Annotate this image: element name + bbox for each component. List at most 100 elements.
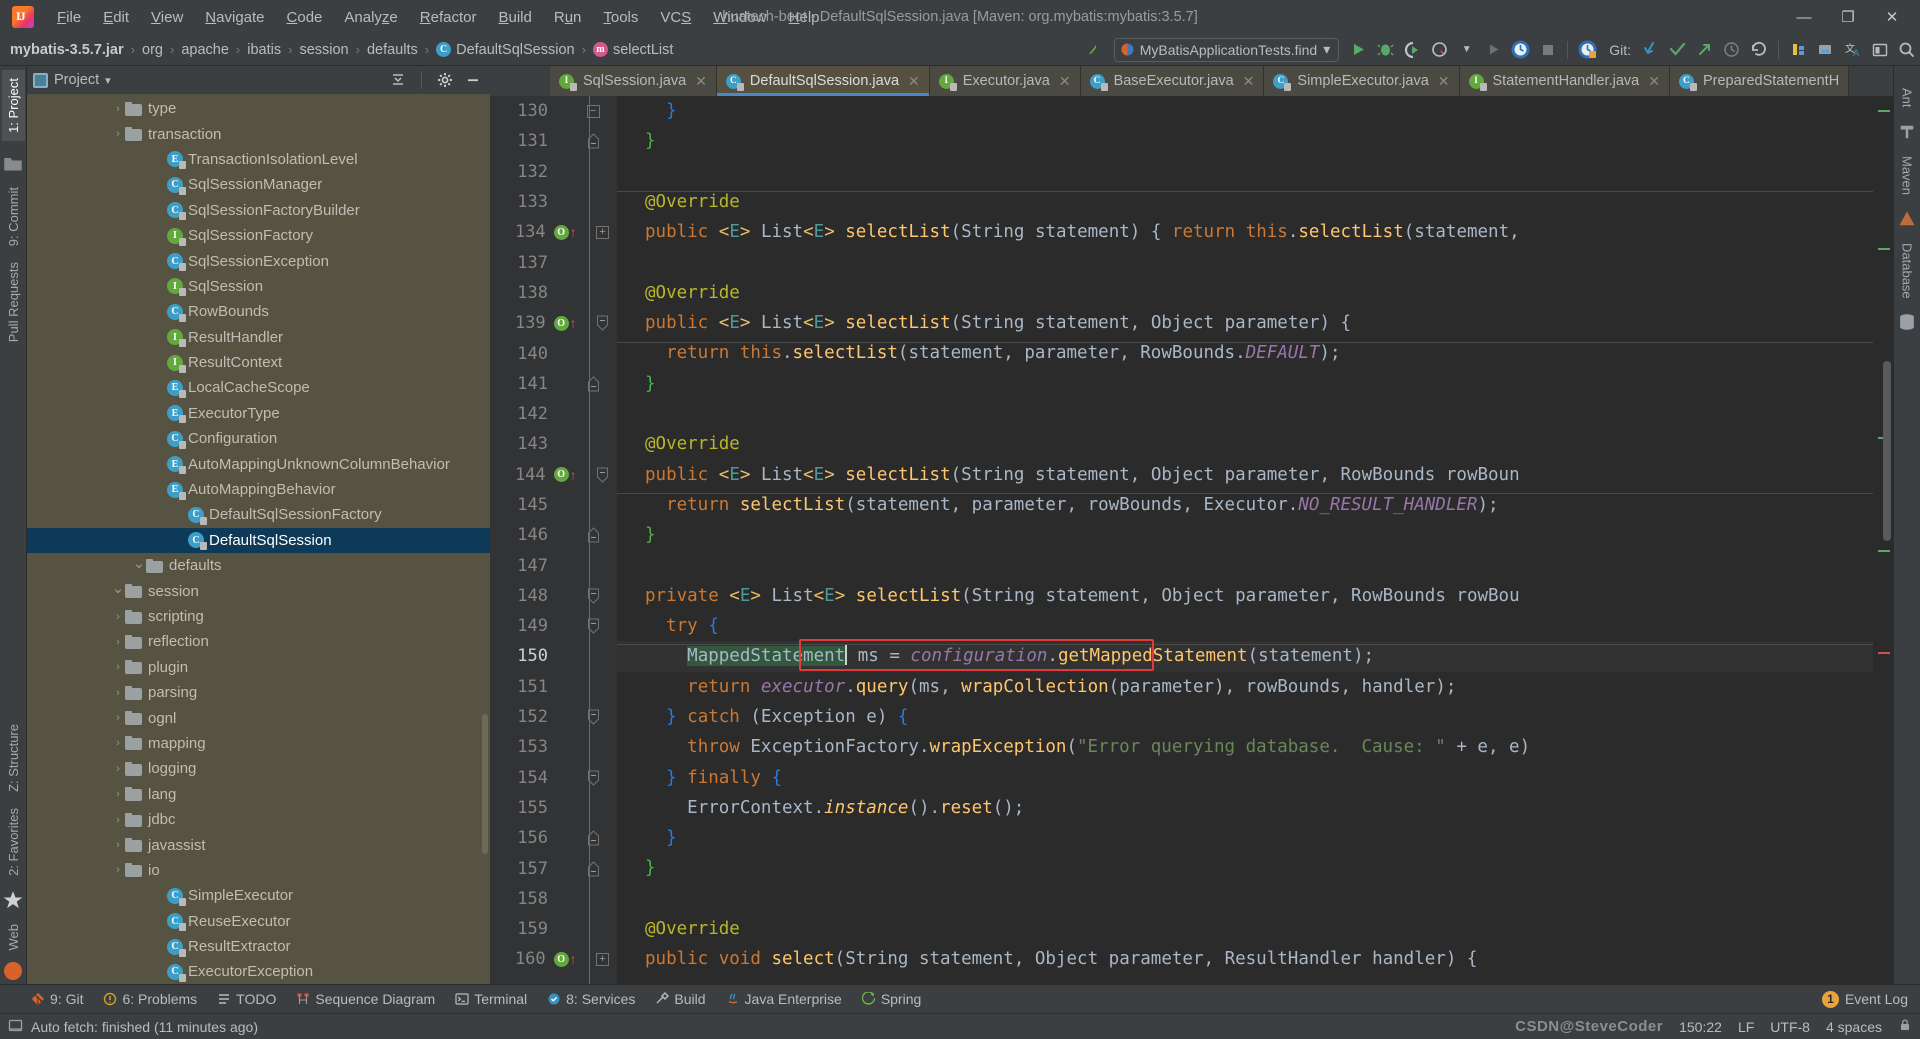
tree-item[interactable]: › scripting bbox=[27, 604, 490, 629]
fold-control[interactable] bbox=[578, 588, 608, 604]
code-line[interactable]: } bbox=[617, 520, 1873, 550]
profile-icon[interactable] bbox=[1426, 37, 1453, 63]
fold-control[interactable] bbox=[578, 860, 608, 877]
line-number[interactable]: 152 bbox=[490, 707, 552, 727]
code-line[interactable]: public <E> List<E> selectList(String sta… bbox=[617, 217, 1873, 247]
code-editor[interactable]: }} @Override public <E> List<E> selectList… bbox=[617, 96, 1873, 984]
tree-item[interactable]: ⌄ defaults bbox=[27, 553, 490, 578]
code-line[interactable]: return executor.query(ms, wrapCollection… bbox=[617, 672, 1873, 702]
tree-item[interactable]: › mapping bbox=[27, 731, 490, 756]
code-line[interactable]: ErrorContext.instance().reset(); bbox=[617, 793, 1873, 823]
tree-item[interactable]: C SimpleExecutor bbox=[27, 883, 490, 908]
tree-item[interactable]: C SqlSessionManager bbox=[27, 172, 490, 197]
menu-analyze[interactable]: Analyze bbox=[333, 5, 408, 30]
chevron-icon[interactable]: › bbox=[111, 737, 125, 749]
tree-item[interactable]: › type bbox=[27, 96, 490, 121]
tree-item[interactable]: C RowBounds bbox=[27, 299, 490, 324]
close-icon[interactable]: ✕ bbox=[695, 73, 707, 90]
code-line[interactable]: @Override bbox=[617, 429, 1873, 459]
gutter-marker[interactable]: O ↑ bbox=[550, 315, 589, 331]
build-module-icon[interactable] bbox=[1812, 37, 1839, 63]
code-line[interactable]: public <E> List<E> selectList(String sta… bbox=[617, 308, 1873, 338]
editor-tab-preparedstatementh[interactable]: C PreparedStatementH bbox=[1669, 66, 1850, 96]
overriding-method-icon[interactable]: O bbox=[553, 224, 569, 240]
chevron-icon[interactable]: › bbox=[111, 128, 125, 140]
line-separator[interactable]: LF bbox=[1738, 1019, 1754, 1035]
close-icon[interactable]: ✕ bbox=[1243, 73, 1255, 90]
chevron-icon[interactable]: › bbox=[111, 788, 125, 800]
tree-item[interactable]: C ResultExtractor bbox=[27, 934, 490, 959]
line-number[interactable]: 131 bbox=[490, 131, 552, 151]
sidebar-item-database[interactable]: Database bbox=[1896, 235, 1919, 307]
editor-marker-bar[interactable] bbox=[1873, 96, 1893, 984]
tree-item[interactable]: I ResultContext bbox=[27, 350, 490, 375]
chevron-icon[interactable]: › bbox=[111, 661, 125, 673]
fold-expand-icon[interactable]: + bbox=[596, 225, 610, 239]
chevron-icon[interactable]: › bbox=[111, 636, 125, 648]
line-number[interactable]: 130 bbox=[490, 101, 552, 121]
line-number[interactable]: 159 bbox=[490, 919, 552, 939]
minimize-button[interactable]: — bbox=[1782, 1, 1826, 33]
fold-control[interactable] bbox=[578, 133, 608, 149]
sidebar-item-pull-requests[interactable]: Pull Requests bbox=[2, 254, 25, 350]
caret-position[interactable]: 150:22 bbox=[1679, 1019, 1722, 1035]
chevron-icon[interactable]: › bbox=[111, 611, 125, 623]
chevron-icon[interactable]: ⌄ bbox=[132, 554, 146, 572]
fold-control[interactable]: − bbox=[578, 104, 608, 118]
terminal-toggle-icon[interactable] bbox=[1866, 37, 1893, 63]
line-number[interactable]: 138 bbox=[490, 283, 552, 303]
tool-window-button-todo[interactable]: TODO bbox=[208, 988, 285, 1010]
tree-item[interactable]: C Configuration bbox=[27, 426, 490, 451]
push-icon[interactable] bbox=[1691, 37, 1718, 63]
fold-control[interactable] bbox=[588, 315, 617, 331]
maximize-button[interactable]: ❐ bbox=[1826, 1, 1870, 33]
menu-view[interactable]: View bbox=[140, 5, 194, 30]
fold-control[interactable]: + bbox=[588, 225, 617, 239]
menu-vcs[interactable]: VCS bbox=[649, 5, 702, 30]
line-number[interactable]: 148 bbox=[490, 586, 552, 606]
tree-item[interactable]: E ExecutorType bbox=[27, 401, 490, 426]
line-number[interactable]: 156 bbox=[490, 828, 552, 848]
code-line[interactable]: } bbox=[617, 853, 1873, 883]
line-number[interactable]: 132 bbox=[490, 162, 552, 182]
sidebar-item-favorites[interactable]: 2: Favorites bbox=[2, 800, 25, 884]
tree-item[interactable]: › reflection bbox=[27, 629, 490, 654]
gutter-marker[interactable]: O ↑ bbox=[550, 951, 589, 967]
line-number[interactable]: 154 bbox=[490, 768, 552, 788]
tree-item[interactable]: C ExecutorException bbox=[27, 959, 490, 984]
line-number[interactable]: 141 bbox=[490, 374, 552, 394]
editor-tab-defaultsqlsession-java[interactable]: C DefaultSqlSession.java ✕ bbox=[716, 66, 930, 96]
tree-item[interactable]: E AutoMappingBehavior bbox=[27, 477, 490, 502]
overriding-method-icon[interactable]: O bbox=[553, 315, 569, 331]
line-number[interactable]: 151 bbox=[490, 677, 552, 697]
sidebar-item-ant[interactable]: Ant bbox=[1896, 80, 1919, 116]
tree-item[interactable]: C SqlSessionException bbox=[27, 248, 490, 273]
line-number[interactable]: 157 bbox=[490, 859, 552, 879]
gutter-marker[interactable]: O ↑ bbox=[550, 467, 589, 483]
breadcrumb-item-apache[interactable]: apache bbox=[181, 42, 229, 58]
chevron-icon[interactable]: › bbox=[111, 864, 125, 876]
run-icon[interactable] bbox=[1345, 37, 1372, 63]
tree-item[interactable]: › transaction bbox=[27, 121, 490, 146]
editor-gutter[interactable]: 130−131 132 133 134 O ↑ +137 138 139 O ↑ 140 141 142 1… bbox=[490, 96, 617, 984]
tree-item[interactable]: › ognl bbox=[27, 705, 490, 730]
tool-window-button-build[interactable]: Build bbox=[646, 988, 714, 1010]
chevron-icon[interactable]: › bbox=[111, 814, 125, 826]
stop-icon[interactable] bbox=[1534, 37, 1561, 63]
code-line[interactable]: } catch (Exception e) { bbox=[617, 702, 1873, 732]
fold-control[interactable] bbox=[578, 770, 608, 786]
tree-item[interactable]: E AutoMappingUnknownColumnBehavior bbox=[27, 451, 490, 476]
breadcrumb-item-class[interactable]: C DefaultSqlSession bbox=[436, 42, 575, 58]
breadcrumb-item-org[interactable]: org bbox=[142, 42, 163, 58]
code-line[interactable]: try { bbox=[617, 611, 1873, 641]
tree-item[interactable]: I ResultHandler bbox=[27, 325, 490, 350]
line-number[interactable]: 149 bbox=[490, 616, 552, 636]
collapse-all-icon[interactable] bbox=[387, 69, 409, 91]
fold-expand-icon[interactable]: + bbox=[596, 952, 610, 966]
chevron-icon[interactable]: › bbox=[111, 712, 125, 724]
line-number[interactable]: 144 bbox=[490, 465, 550, 485]
hammer-build-icon[interactable] bbox=[1785, 37, 1812, 63]
line-number[interactable]: 140 bbox=[490, 344, 552, 364]
chevron-down-icon[interactable]: ▾ bbox=[105, 74, 111, 87]
close-button[interactable]: ✕ bbox=[1870, 1, 1914, 33]
